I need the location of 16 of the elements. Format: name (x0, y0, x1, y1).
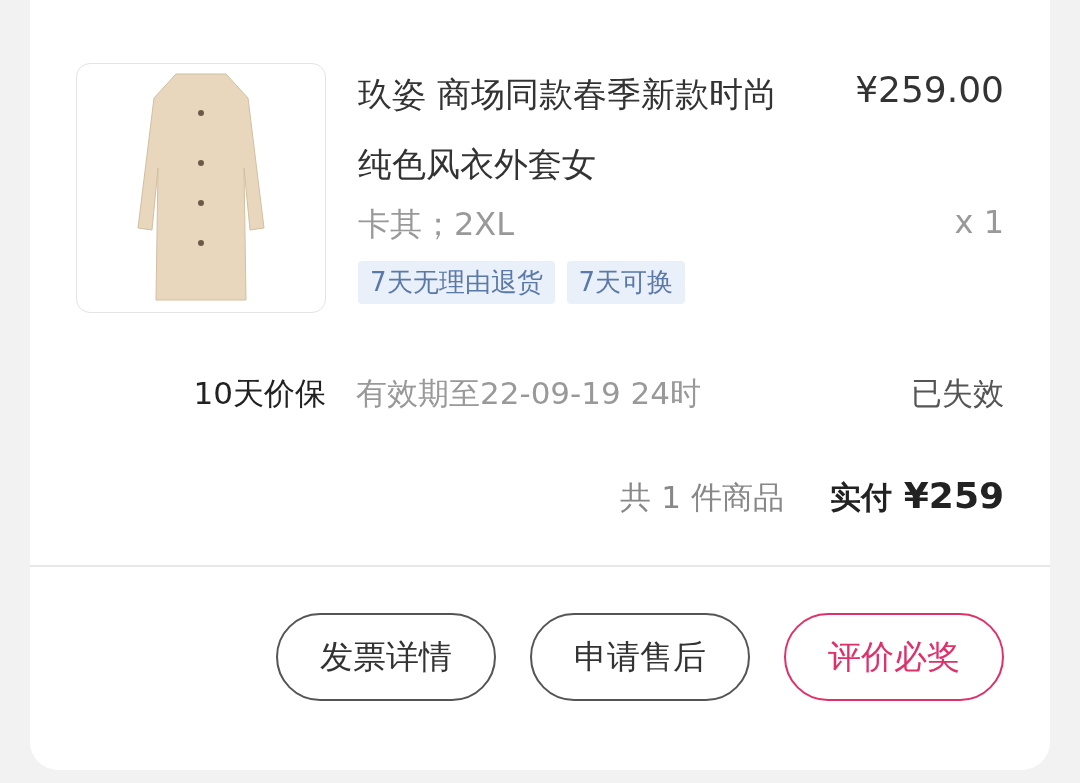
service-tag: 7天无理由退货 (358, 261, 555, 304)
product-thumbnail[interactable] (76, 63, 326, 313)
item-count: 共 1 件商品 (620, 478, 784, 517)
action-button[interactable]: 评价必奖 (784, 613, 1004, 701)
paid-label: 实付 (829, 478, 892, 517)
service-tag: 7天可换 (566, 261, 686, 304)
price-protection-status: 已失效 (911, 374, 1004, 413)
product-spec: 卡其；2XL (358, 204, 515, 245)
paid-amount: ¥259 (903, 475, 1004, 516)
price-protection-validity: 有效期至22-09-19 24时 (356, 374, 702, 413)
price-protection-label: 10天价保 (192, 374, 326, 413)
product-price: ¥259.00 (855, 69, 1004, 112)
action-button[interactable]: 申请售后 (530, 613, 750, 701)
action-button[interactable]: 发票详情 (276, 613, 496, 701)
product-title[interactable]: 玖姿 商场同款春季新款时尚纯色风衣外套女 (358, 59, 798, 199)
product-quantity: x 1 (954, 203, 1004, 243)
